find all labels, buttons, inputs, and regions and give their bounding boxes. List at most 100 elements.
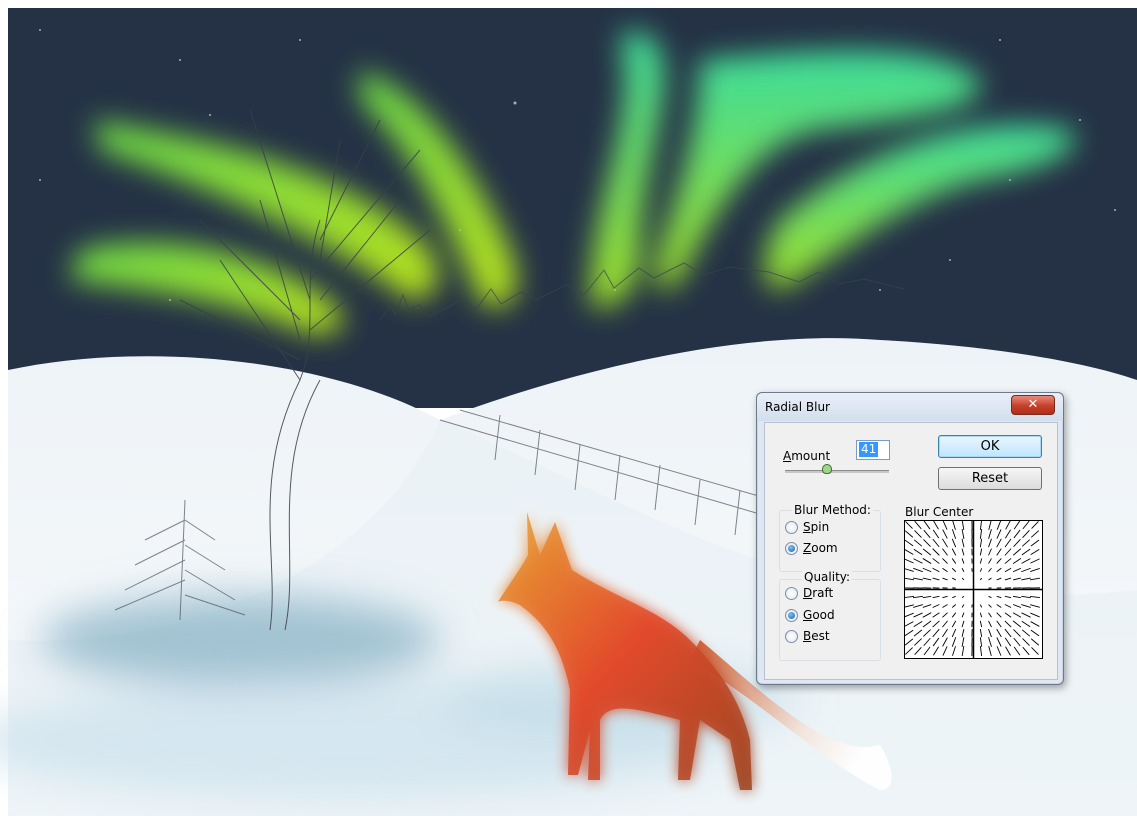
zoom-line [1022,638,1030,646]
zoom-line [932,558,940,564]
zoom-line [996,612,1002,618]
zoom-line [961,568,965,572]
zoom-line [979,568,983,572]
amount-slider-track[interactable] [785,470,889,473]
zoom-line [952,577,956,581]
zoom-line [942,646,948,656]
zoom-line [988,538,992,548]
zoom-line [923,629,931,637]
radio-best-dot [785,629,798,643]
zoom-line [932,529,940,539]
zoom-line [913,604,923,608]
zoom-line [1030,558,1040,564]
zoom-line [996,567,1002,573]
zoom-line [988,612,992,618]
zoom-line [1021,558,1031,564]
amount-label: Amount [783,449,831,463]
zoom-line [1030,539,1040,547]
zoom-line [942,604,948,608]
zoom-line [1030,629,1040,637]
zoom-line [1012,612,1022,618]
zoom-line [988,628,992,638]
ok-button[interactable]: OK [938,435,1042,458]
zoom-line [996,628,1002,638]
zoom-line [922,612,932,618]
zoom-line [1021,612,1031,618]
zoom-line [1030,604,1040,608]
zoom-line [1022,520,1030,530]
zoom-line [1021,548,1031,556]
zoom-line [1030,638,1040,646]
zoom-line [996,548,1002,556]
zoom-line [996,637,1002,647]
dialog-client: Amount 41 OK Reset Blur Method: Spin Zoo… [764,422,1058,680]
zoom-line [904,604,914,608]
zoom-line [961,628,965,638]
zoom-line [1030,612,1040,618]
blur-center-preview[interactable] [903,519,1043,659]
radio-draft[interactable]: Draft [785,586,833,600]
dialog-titlebar[interactable]: Radial Blur ✕ [757,393,1063,421]
zoom-line [942,538,948,548]
radio-zoom[interactable]: Zoom [785,541,838,555]
zoom-line [942,628,948,638]
zoom-line [951,567,957,573]
dialog-title: Radial Blur [765,400,830,414]
zoom-line [922,620,932,628]
zoom-line [903,577,915,581]
zoom-line [922,548,932,556]
zoom-line [932,628,940,638]
zoom-line [905,647,913,655]
close-button[interactable]: ✕ [1011,395,1055,415]
zoom-line [996,646,1002,656]
zoom-line [932,538,940,548]
zoom-line [961,620,965,628]
zoom-line [1021,539,1031,547]
zoom-line [988,620,992,628]
zoom-line [1012,620,1022,628]
zoom-line [932,577,940,581]
zoom-line [979,528,983,540]
zoom-line [952,646,956,656]
radio-best[interactable]: Best [785,629,830,643]
zoom-line [942,548,948,556]
zoom-line [904,568,914,572]
zoom-line [1012,567,1022,573]
zoom-line [904,638,914,646]
zoom-line [988,548,992,556]
amount-slider-thumb[interactable] [822,464,832,474]
zoom-line [996,558,1002,564]
zoom-line [932,620,940,628]
amount-input[interactable]: 41 [856,440,890,460]
reset-button[interactable]: Reset [938,467,1042,490]
zoom-line [942,558,948,564]
zoom-line [988,595,992,599]
zoom-line [979,577,983,581]
zoom-line [904,621,914,627]
radio-good[interactable]: Good [785,608,835,622]
zoom-line [1013,529,1021,539]
zoom-line [942,612,948,618]
zoom-line [942,567,948,573]
radio-zoom-dot [785,541,798,555]
zoom-line [904,530,914,538]
zoom-line [942,595,948,599]
zoom-line [1004,604,1012,608]
zoom-line [922,604,932,608]
zoom-line [913,567,923,573]
zoom-line [988,529,992,539]
zoom-line [979,519,983,531]
zoom-line [1021,567,1031,573]
zoom-line [1021,629,1031,637]
zoom-line [1004,567,1012,573]
zoom-line [904,612,914,618]
zoom-line [988,637,992,647]
zoom-line [942,577,948,581]
radio-spin[interactable]: Spin [785,520,829,534]
zoom-line [1012,604,1022,608]
zoom-line [1021,604,1031,608]
zoom-line [1029,577,1041,581]
zoom-line [1005,520,1011,530]
radio-draft-label: Draft [803,586,834,600]
zoom-line [996,604,1002,608]
